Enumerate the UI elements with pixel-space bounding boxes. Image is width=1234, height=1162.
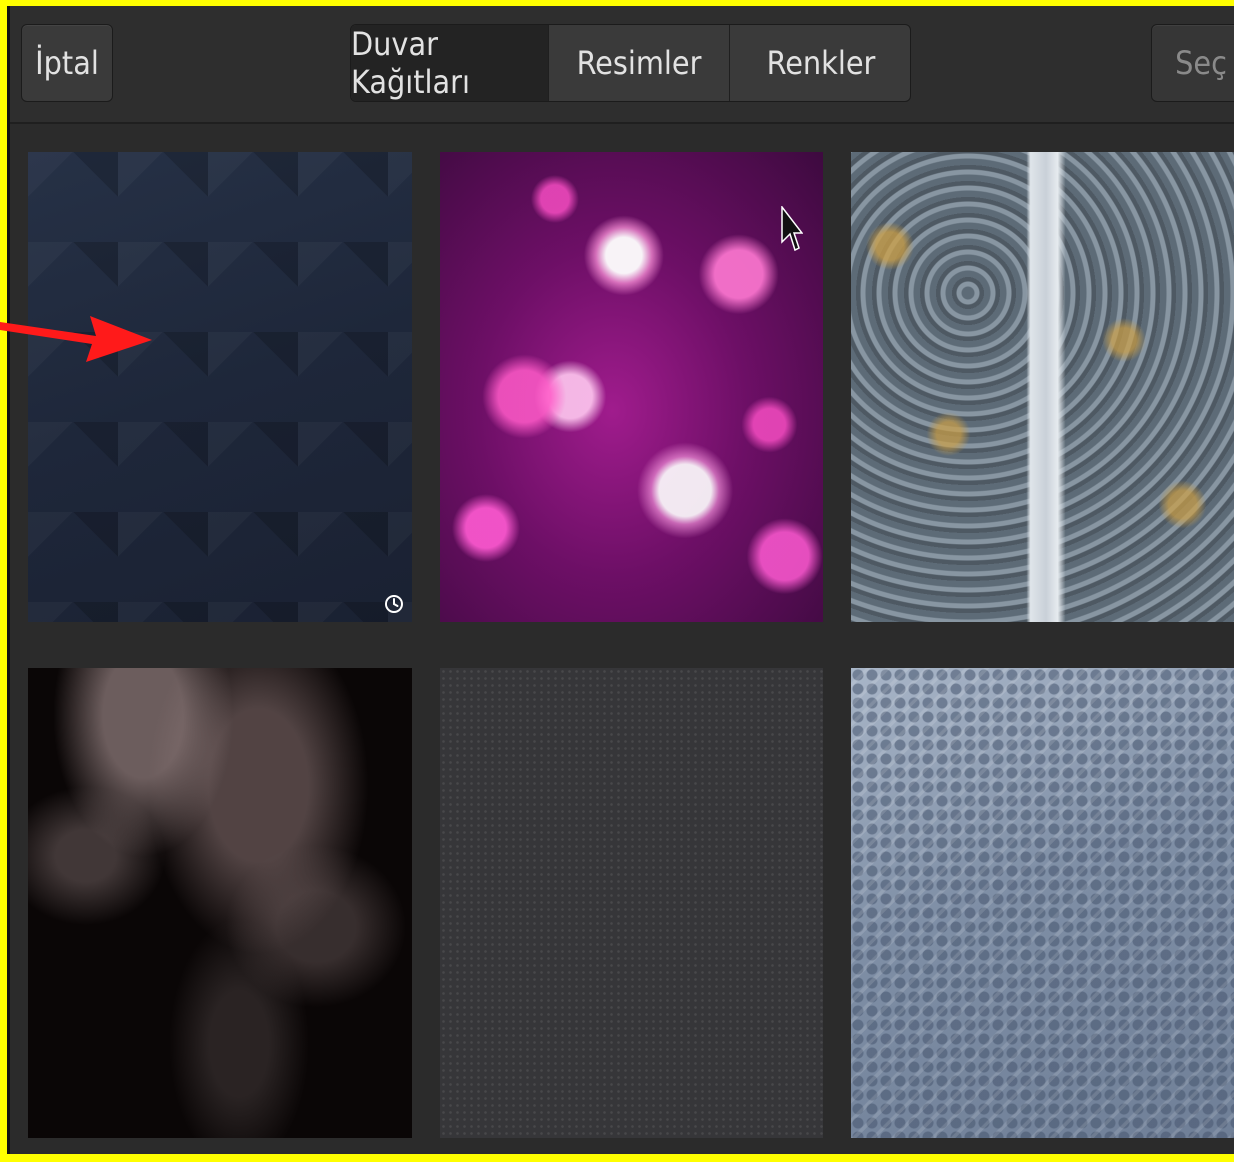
wallpaper-dark-geometric[interactable] xyxy=(28,152,412,622)
tab-wallpapers[interactable]: Duvar Kağıtları xyxy=(351,25,549,101)
wallpaper-dialog: İptal Duvar Kağıtları Resimler Renkler S… xyxy=(7,6,1234,1154)
headerbar: İptal Duvar Kağıtları Resimler Renkler S… xyxy=(7,6,1234,124)
wallpaper-dotted-gray[interactable] xyxy=(440,668,823,1138)
wallpaper-grid xyxy=(7,124,1234,1154)
mouse-cursor-icon xyxy=(781,206,803,252)
cancel-button[interactable]: İptal xyxy=(21,24,113,102)
clock-icon xyxy=(384,594,404,614)
wallpaper-blue-knit[interactable] xyxy=(851,668,1234,1138)
wallpaper-pink-bokeh[interactable] xyxy=(440,152,823,622)
tab-pictures[interactable]: Resimler xyxy=(549,25,730,101)
annotation-arrow-icon xyxy=(0,316,152,362)
select-button[interactable]: Seç xyxy=(1151,24,1234,102)
tab-colors[interactable]: Renkler xyxy=(730,25,910,101)
wallpaper-snowy-forest-road[interactable] xyxy=(851,152,1234,622)
source-tabs: Duvar Kağıtları Resimler Renkler xyxy=(350,24,911,102)
wallpaper-dark-leaves[interactable] xyxy=(28,668,412,1138)
